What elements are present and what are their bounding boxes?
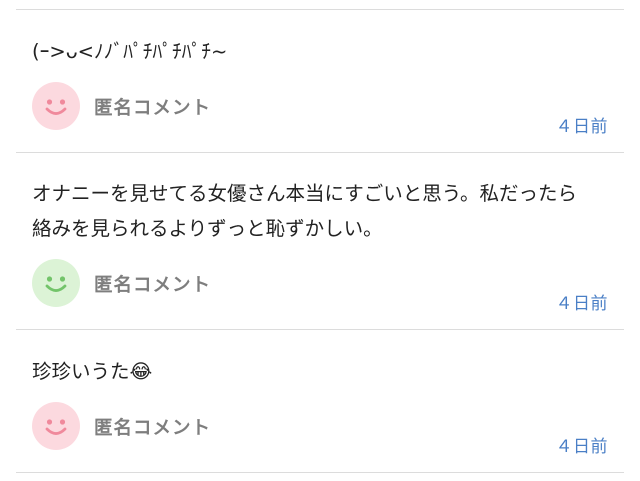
comment-text: オナニーを見せてる女優さん本当にすごいと思う。私だったら絡みを見られるよりずっと… bbox=[32, 182, 578, 240]
smiley-face-icon bbox=[45, 99, 67, 115]
author-name: 匿名コメント bbox=[94, 418, 212, 439]
avatar bbox=[32, 402, 80, 450]
comment-item: 珍珍いうた😂 匿名コメント ４日前 bbox=[0, 330, 640, 472]
comment-meta: 匿名コメント ４日前 bbox=[32, 259, 608, 314]
comment-item: オナニーを見せてる女優さん本当にすごいと思う。私だったら絡みを見られるよりずっと… bbox=[0, 153, 640, 329]
avatar bbox=[32, 259, 80, 307]
author-name: 匿名コメント bbox=[94, 98, 212, 119]
smiley-face-icon bbox=[45, 276, 67, 292]
comment-item: (ｰ>ᴗ<ﾉﾉﾞﾊﾟﾁﾊﾟﾁﾊﾟﾁ~ 匿名コメント ４日前 bbox=[0, 10, 640, 152]
avatar bbox=[32, 82, 80, 130]
divider bbox=[16, 472, 624, 473]
author-name: 匿名コメント bbox=[94, 275, 212, 296]
comment-timestamp[interactable]: ４日前 bbox=[556, 112, 609, 137]
smiley-face-icon bbox=[45, 419, 67, 435]
comment-text: 珍珍いうた😂 bbox=[32, 360, 153, 383]
comment-feed: (ｰ>ᴗ<ﾉﾉﾞﾊﾟﾁﾊﾟﾁﾊﾟﾁ~ 匿名コメント ４日前 オナニーを見せてる女… bbox=[0, 0, 640, 481]
comment-meta: 匿名コメント ４日前 bbox=[32, 402, 608, 457]
comment-timestamp[interactable]: ４日前 bbox=[556, 289, 609, 314]
comment-timestamp[interactable]: ４日前 bbox=[556, 432, 609, 457]
comment-text: (ｰ>ᴗ<ﾉﾉﾞﾊﾟﾁﾊﾟﾁﾊﾟﾁ~ bbox=[32, 40, 228, 63]
comment-meta: 匿名コメント ４日前 bbox=[32, 82, 608, 137]
